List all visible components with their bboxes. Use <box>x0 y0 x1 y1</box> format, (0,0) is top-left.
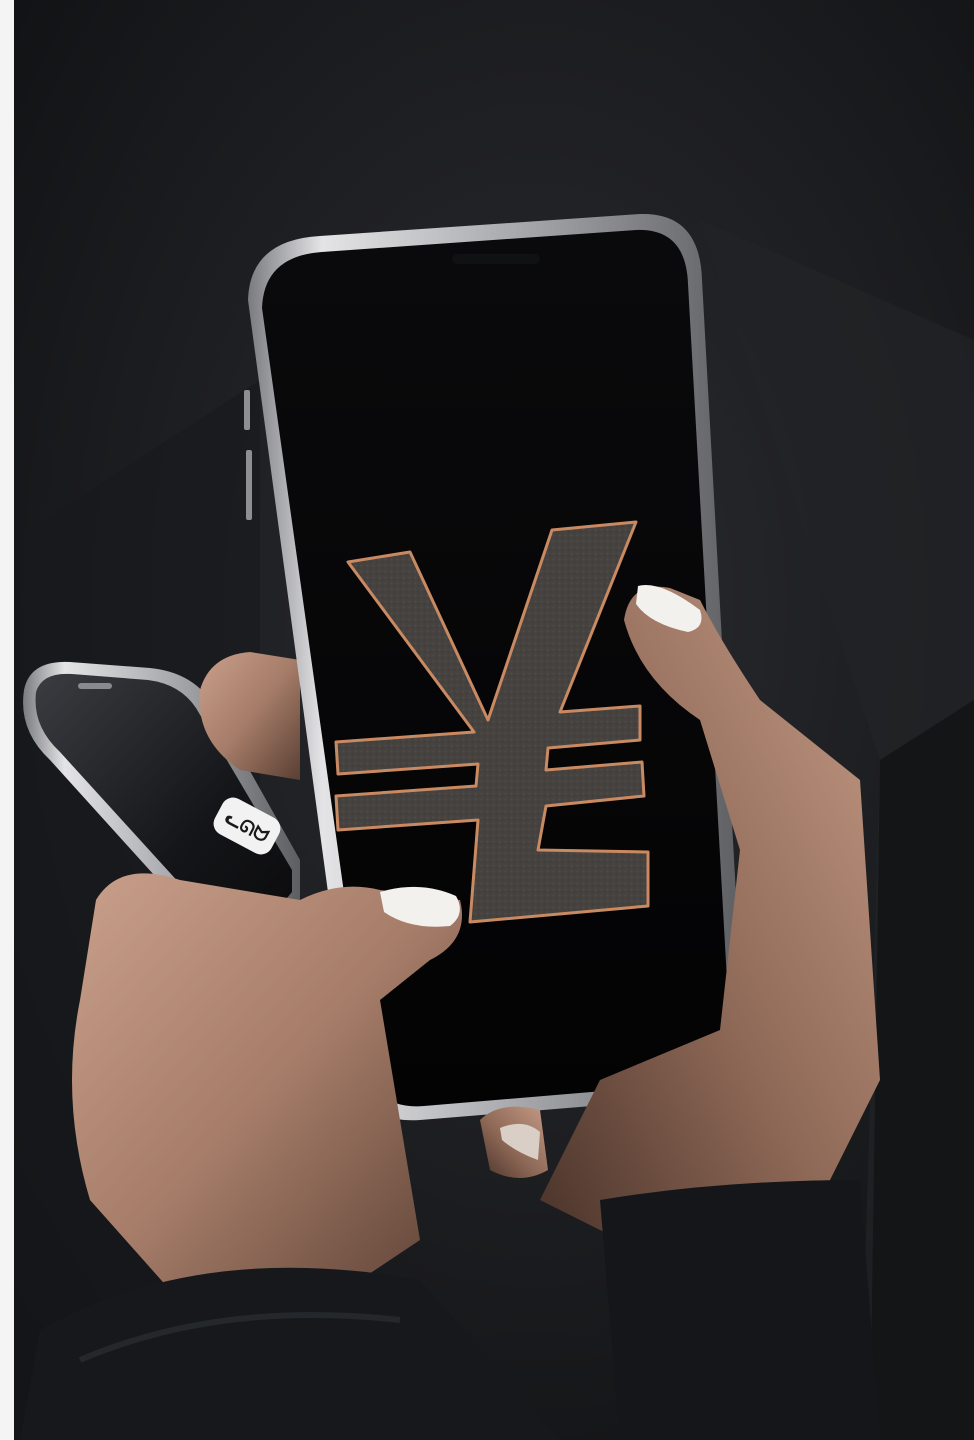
dynamic-island <box>452 254 540 264</box>
photo-scene: ᓚᘏᗢ <box>0 0 974 1440</box>
background-panel-right-dark <box>870 700 974 1440</box>
side-button-lower <box>246 450 252 520</box>
photo-illustration: ᓚᘏᗢ <box>0 0 974 1440</box>
right-sleeve <box>600 1180 880 1440</box>
earpiece-icon <box>78 683 112 689</box>
side-button-upper <box>244 390 250 430</box>
left-edge-strip <box>0 0 14 1440</box>
